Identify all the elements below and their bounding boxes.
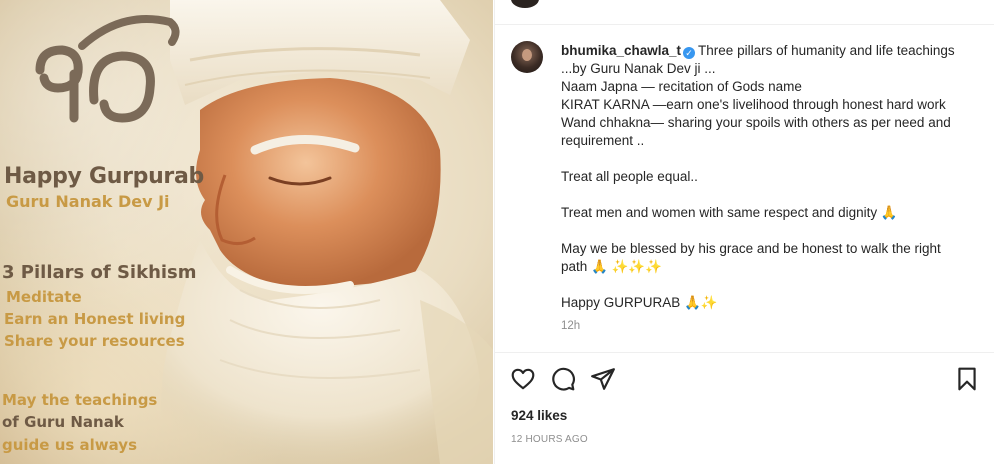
image-pillar-2: Earn an Honest living [4,310,186,328]
image-wish-line-1: May the teachings [2,391,158,409]
bookmark-icon[interactable] [954,366,980,392]
divider [495,352,994,353]
post-image[interactable]: Happy Gurpurab Guru Nanak Dev Ji 3 Pilla… [0,0,493,464]
header-strip [495,0,994,25]
image-pillar-3: Share your resources [4,332,185,350]
image-pillars-title: 3 Pillars of Sikhism [2,262,197,283]
caption-text-line: Naam Japna — recitation of Gods name [561,79,802,94]
caption-text-line: KIRAT KARNA —earn one's livelihood throu… [561,97,946,112]
caption-text-line: Three pillars of humanity and life teach… [698,43,955,58]
caption-gap [561,150,971,168]
avatar-face [522,49,532,61]
ik-onkar-icon [35,15,180,123]
caption-gap [561,186,971,204]
post-viewer: Happy Gurpurab Guru Nanak Dev Ji 3 Pilla… [0,0,994,464]
caption-gap [561,276,971,294]
caption-gap [561,222,971,240]
image-wish-line-3: guide us always [2,436,138,454]
likes-count[interactable]: 924 likes [511,408,567,423]
caption-text-line: requirement .. [561,133,645,148]
header-avatar[interactable] [511,0,539,8]
comment-icon[interactable] [550,366,576,392]
caption-text-line: ...by Guru Nanak Dev ji ... [561,61,716,76]
caption-text-line: May we be blessed by his grace and be ho… [561,241,941,256]
avatar[interactable] [511,41,543,73]
action-bar [495,362,994,398]
caption-text: bhumika_chawla_t ✓ Three pillars of humani… [561,42,971,312]
caption-comment: bhumika_chawla_t ✓ Three pillars of humani… [495,24,994,352]
verified-badge-icon: ✓ [683,47,696,59]
username-link[interactable]: bhumika_chawla_t [561,43,681,58]
share-icon[interactable] [590,366,616,392]
post-details-panel: bhumika_chawla_t ✓ Three pillars of humani… [494,0,994,464]
image-wish-line-2-name: Guru Nanak [24,413,124,431]
comment-timestamp[interactable]: 12h [561,320,580,332]
image-subheading: Guru Nanak Dev Ji [6,192,170,211]
caption-text-line: Wand chhakna— sharing your spoils with o… [561,115,951,130]
image-wish-line-2-prefix: of [2,413,25,431]
post-date[interactable]: 12 HOURS AGO [511,434,588,445]
caption-text-line: Treat men and women with same respect an… [561,205,898,220]
image-heading: Happy Gurpurab [4,164,204,189]
heart-icon[interactable] [510,366,536,392]
caption-text-line: path 🙏 ✨✨✨ [561,259,663,274]
image-pillar-1: Meditate [6,288,82,306]
caption-text-line: Treat all people equal.. [561,169,698,184]
image-wish-line-2: of Guru Nanak [2,413,124,431]
caption-line-1: bhumika_chawla_t ✓ Three pillars of humani… [561,42,971,60]
caption-text-line: Happy GURPURAB 🙏✨ [561,295,718,310]
